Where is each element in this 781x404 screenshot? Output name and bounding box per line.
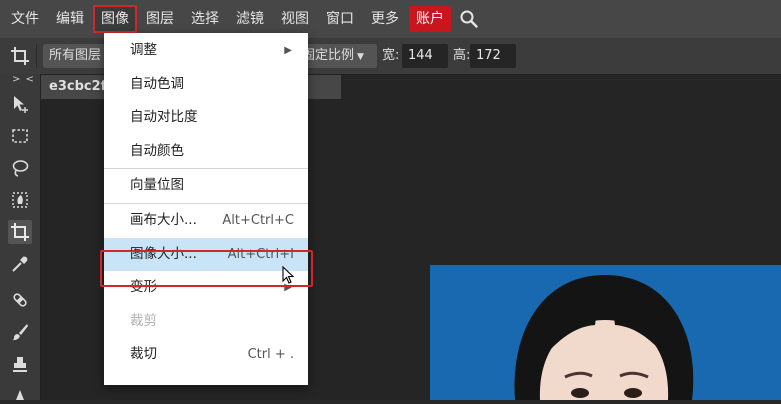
- menu-edit[interactable]: 编辑: [49, 6, 91, 32]
- brush-tool-icon[interactable]: [8, 320, 32, 344]
- menu-item-trim[interactable]: 裁切 Ctrl + .: [104, 338, 308, 372]
- mouse-cursor-icon: [282, 265, 296, 290]
- submenu-arrow-icon: ▶: [284, 45, 292, 56]
- menu-item-label: 裁剪: [130, 312, 157, 329]
- menu-item-label: 向量位图: [130, 177, 184, 194]
- menu-file[interactable]: 文件: [4, 6, 46, 32]
- width-label: 宽:: [382, 48, 400, 63]
- menu-window[interactable]: 窗口: [319, 6, 361, 32]
- eyedropper-tool-icon[interactable]: [8, 252, 32, 276]
- account-button[interactable]: 账户: [409, 6, 451, 32]
- tool-panel: > <: [0, 74, 41, 400]
- menu-item-label: 调整: [130, 42, 157, 58]
- move-tool-icon[interactable]: [8, 92, 32, 116]
- search-icon[interactable]: [458, 6, 480, 32]
- menu-item-adjust[interactable]: 调整 ▶: [104, 34, 308, 68]
- ratio-select-value: 固定比例: [302, 48, 355, 63]
- layer-select[interactable]: 所有图层: [43, 44, 109, 68]
- menu-item-canvas-size[interactable]: 画布大小... Alt+Ctrl+C: [104, 204, 308, 238]
- menu-item-label: 自动对比度: [130, 109, 198, 126]
- width-input[interactable]: 144: [402, 44, 448, 68]
- menu-filter[interactable]: 滤镜: [229, 6, 271, 32]
- menu-image[interactable]: 图像: [93, 5, 137, 33]
- menu-item-label: 自动颜色: [130, 142, 184, 159]
- chevron-down-icon: ▼: [357, 52, 364, 62]
- menu-more[interactable]: 更多: [364, 6, 406, 32]
- portrait-photo: [430, 265, 781, 400]
- options-divider: [36, 44, 37, 68]
- height-label: 高:: [453, 48, 471, 63]
- menu-item-label: 自动色调: [130, 75, 184, 92]
- stamp-tool-icon[interactable]: [8, 352, 32, 376]
- menu-view[interactable]: 视图: [274, 6, 316, 32]
- shortcut-label: Ctrl + .: [247, 347, 294, 363]
- crop-icon: [10, 46, 30, 66]
- healing-brush-tool-icon[interactable]: [8, 288, 32, 312]
- height-input[interactable]: 172: [470, 44, 516, 68]
- menu-item-crop: 裁剪: [104, 305, 308, 339]
- quick-select-tool-icon[interactable]: [8, 188, 32, 212]
- menu-select[interactable]: 选择: [184, 6, 226, 32]
- marquee-tool-icon[interactable]: [8, 124, 32, 148]
- menu-item-label: 画布大小...: [130, 211, 197, 228]
- menu-item-auto-contrast[interactable]: 自动对比度: [104, 101, 308, 135]
- shortcut-label: Alt+Ctrl+C: [222, 212, 294, 228]
- menu-item-auto-tone[interactable]: 自动色调: [104, 68, 308, 102]
- menu-item-auto-color[interactable]: 自动颜色: [104, 135, 308, 169]
- menu-item-label: 裁切: [130, 346, 157, 363]
- ratio-select[interactable]: 固定比例 ▼: [300, 44, 377, 68]
- history-brush-tool-icon[interactable]: [8, 380, 32, 404]
- image-menu-dropdown: 调整 ▶ 自动色调 自动对比度 自动颜色 向量位图 画布大小... Alt+Ctrl…: [104, 33, 308, 385]
- menu-item-vector-bitmap[interactable]: 向量位图: [104, 169, 308, 203]
- menu-layer[interactable]: 图层: [139, 6, 181, 32]
- collapse-toggle[interactable]: > <: [12, 74, 35, 85]
- lasso-tool-icon[interactable]: [8, 156, 32, 180]
- crop-tool-icon[interactable]: [8, 220, 32, 244]
